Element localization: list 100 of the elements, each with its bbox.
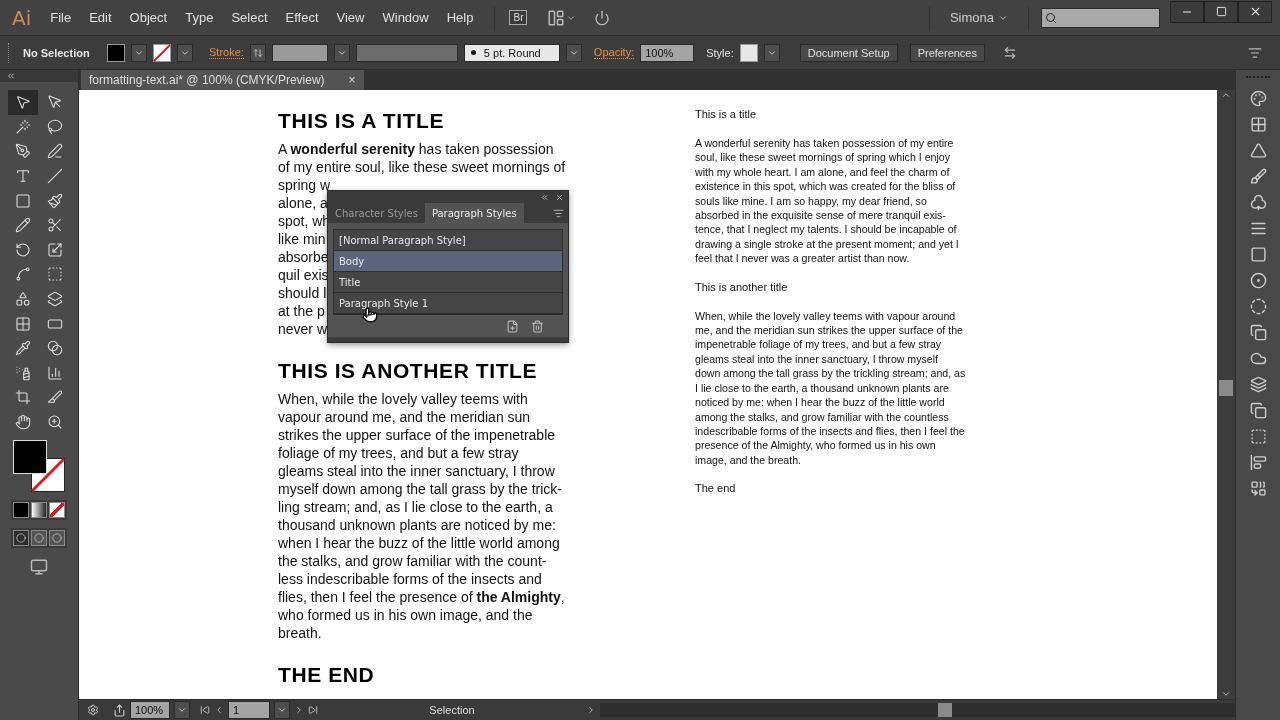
- text-line: like min: [278, 230, 326, 248]
- circle-icon[interactable]: [1249, 272, 1267, 289]
- stroke-weight-field[interactable]: [271, 43, 328, 62]
- panel-tab[interactable]: Paragraph Styles: [424, 203, 524, 223]
- search-field[interactable]: [1041, 7, 1160, 28]
- power-icon[interactable]: [594, 9, 611, 26]
- knife-icon: [47, 389, 63, 406]
- toolbar-button[interactable]: Preferences: [909, 43, 985, 62]
- close-button[interactable]: [1238, 0, 1272, 23]
- screen-mode-icon[interactable]: [30, 558, 48, 577]
- tool-button[interactable]: [8, 90, 38, 115]
- lasso-icon: [47, 118, 63, 135]
- fill-swatch[interactable]: [107, 43, 125, 62]
- trash-icon[interactable]: [531, 319, 544, 333]
- layers-icon[interactable]: [1249, 376, 1267, 393]
- menu-item[interactable]: Edit: [80, 6, 121, 29]
- dropdown-button[interactable]: [174, 701, 190, 719]
- text-line: myself down among the tall grass by the trick-: [278, 480, 562, 498]
- copy-icon[interactable]: [1249, 402, 1267, 419]
- brush-icon[interactable]: [1249, 168, 1267, 185]
- grid-icon[interactable]: [1249, 116, 1267, 133]
- crop-icon: [15, 389, 31, 406]
- scroll-thumb[interactable]: [938, 703, 952, 717]
- bridge-button[interactable]: Br: [509, 10, 528, 25]
- document-tab[interactable]: formatting-text.ai* @ 100% (CMYK/Preview) ×: [81, 70, 364, 90]
- menu-item[interactable]: Window: [373, 6, 438, 29]
- stepper-button[interactable]: [249, 43, 266, 62]
- text-line: the stalks, and grow familiar with the count-: [278, 552, 547, 570]
- collapse-icon[interactable]: [6, 71, 16, 81]
- style-swatch[interactable]: [739, 43, 758, 62]
- paintbrush-icon: [47, 192, 63, 209]
- panel-menu-icon[interactable]: [1248, 45, 1262, 60]
- gradient-button[interactable]: [31, 502, 47, 519]
- menu-item[interactable]: Help: [437, 6, 483, 29]
- square-icon[interactable]: [1249, 246, 1267, 263]
- user-menu[interactable]: Simona: [941, 10, 1016, 25]
- lines-icon[interactable]: [1249, 220, 1267, 237]
- fill-stroke-drawing[interactable]: [13, 440, 65, 493]
- dropdown-button[interactable]: [177, 43, 193, 62]
- last-page-icon[interactable]: [308, 705, 318, 715]
- dropdown-button[interactable]: [333, 43, 350, 62]
- menu-item[interactable]: Effect: [276, 6, 328, 29]
- close-tab-button[interactable]: ×: [348, 73, 356, 87]
- draw-behind-button[interactable]: [31, 530, 47, 547]
- panel-menu-icon[interactable]: [553, 207, 564, 219]
- opacity-field[interactable]: 100%: [640, 43, 695, 62]
- draw-normal-button[interactable]: [13, 530, 29, 547]
- dropdown-button[interactable]: [763, 43, 780, 62]
- maximize-button[interactable]: [1204, 0, 1238, 23]
- text-line: with my whole heart. I am alone, and feel the charm of: [695, 164, 950, 180]
- text-line: alone, a: [278, 194, 328, 212]
- scroll-up-icon[interactable]: [1221, 90, 1231, 100]
- first-page-icon[interactable]: [200, 705, 210, 715]
- next-page-icon[interactable]: [294, 705, 304, 715]
- close-icon[interactable]: [555, 192, 564, 202]
- none-button[interactable]: [49, 502, 65, 519]
- dashed-circle-icon[interactable]: [1249, 298, 1267, 315]
- cloud-icon[interactable]: [1249, 350, 1267, 367]
- palette-icon[interactable]: [1249, 90, 1267, 107]
- menu-item[interactable]: File: [41, 6, 81, 29]
- share-icon[interactable]: [113, 703, 126, 717]
- menu-item[interactable]: View: [327, 6, 374, 29]
- dashed-square-icon[interactable]: [1249, 428, 1267, 445]
- page-field[interactable]: 1: [228, 701, 270, 719]
- align-left-icon[interactable]: [1249, 454, 1267, 471]
- collapse-icon[interactable]: [540, 192, 549, 202]
- draw-inside-button[interactable]: [49, 530, 65, 547]
- triangle-icon[interactable]: [1249, 142, 1267, 159]
- color-button[interactable]: [13, 502, 29, 519]
- text-line: among the stalks, and grow familiar with the countless: [695, 409, 949, 424]
- menu-item[interactable]: Select: [222, 6, 277, 29]
- text-line: who formed us in his own image, and the: [278, 606, 533, 624]
- brush-field[interactable]: 5 pt. Round: [463, 43, 560, 62]
- text-line: A wonderful serenity has taken possession: [278, 140, 554, 158]
- circle-icon: [16, 533, 26, 544]
- zoom-field[interactable]: 100%: [130, 701, 170, 719]
- scroll-down-icon[interactable]: [1221, 689, 1231, 699]
- layout-icon[interactable]: [547, 8, 566, 27]
- scroll-thumb[interactable]: [1219, 380, 1233, 396]
- new-page-icon[interactable]: [506, 319, 519, 333]
- text-line: quil exis: [278, 266, 329, 284]
- style-item[interactable]: Body: [334, 251, 562, 272]
- opacity-label: Opacity:: [593, 46, 635, 59]
- menu-item[interactable]: Type: [176, 6, 223, 29]
- profile-field[interactable]: [355, 43, 458, 62]
- style-label: Style:: [706, 46, 734, 59]
- stroke-label: Stroke:: [209, 46, 244, 59]
- gear-icon[interactable]: [87, 704, 99, 716]
- status-text: Selection: [428, 704, 476, 716]
- previous-page-icon[interactable]: [214, 705, 224, 715]
- text-line: I lie close to the earth, a thousand unknown plants are: [695, 380, 949, 396]
- dropdown-button[interactable]: [274, 701, 290, 719]
- stroke-swatch[interactable]: [153, 43, 171, 62]
- menu-item[interactable]: Object: [120, 6, 177, 29]
- dropdown-button[interactable]: [131, 43, 147, 62]
- dropdown-button[interactable]: [565, 43, 582, 62]
- copy-icon[interactable]: [1249, 324, 1267, 341]
- toolbar-button[interactable]: Document Setup: [799, 43, 898, 62]
- dashed-square-icon: [47, 266, 63, 283]
- club-icon[interactable]: [1249, 194, 1267, 211]
